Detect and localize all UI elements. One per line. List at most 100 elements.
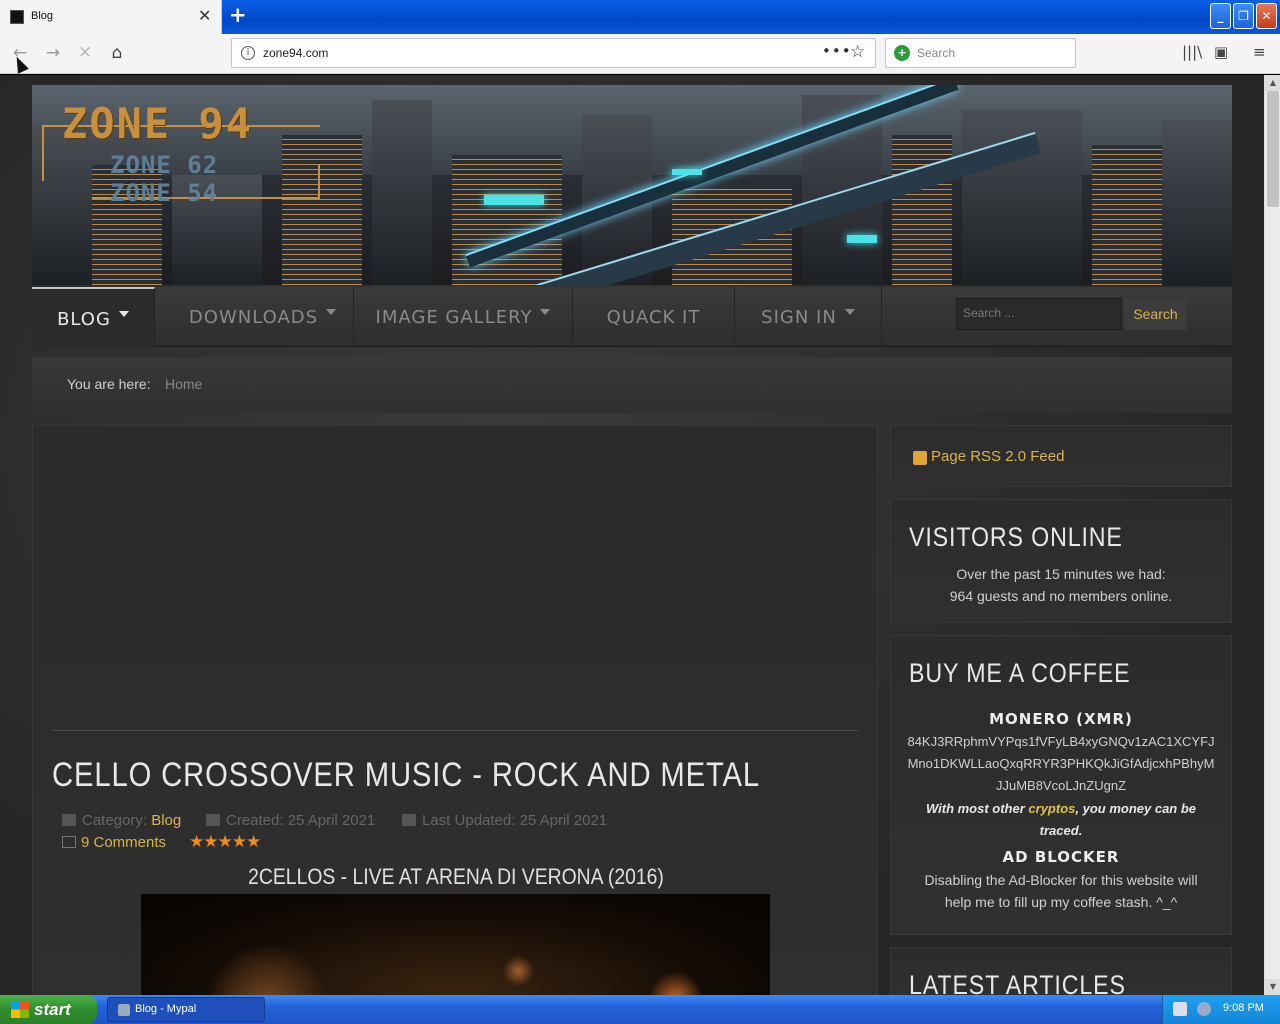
menu-item-sign-in[interactable]: SIGN IN <box>735 287 882 347</box>
new-tab-icon[interactable]: + <box>229 3 247 27</box>
menu-label: DOWNLOADS <box>188 307 319 328</box>
search-placeholder: Search <box>917 46 956 60</box>
monero-title: MONERO (XMR) <box>989 710 1133 728</box>
menu-item-image-gallery[interactable]: IMAGE GALLERY <box>354 287 573 347</box>
caret-down-icon <box>118 311 129 317</box>
breadcrumb-label: You are here: <box>67 376 151 392</box>
visitors-widget: VISITORS ONLINE Over the past 15 minutes… <box>890 499 1232 623</box>
caret-down-icon <box>844 309 855 315</box>
tab-close-icon[interactable]: ✕ <box>198 6 211 25</box>
visitors-line: 964 guests and no members online. <box>949 588 1173 604</box>
menu-label: IMAGE GALLERY <box>375 307 533 328</box>
visitors-title: VISITORS ONLINE <box>909 522 1123 552</box>
wallet-address[interactable]: 84KJ3RRphmVYPqs1fVFyLB4xyGNQv1zAC1XCYFJM… <box>891 731 1231 797</box>
browser-app-icon <box>118 1004 130 1016</box>
stop-icon[interactable]: ✕ <box>73 42 97 66</box>
browser-tab[interactable]: Blog ✕ <box>0 0 222 34</box>
privacy-note: With most other cryptos, you money can b… <box>891 798 1231 842</box>
menu-label: SIGN IN <box>761 307 837 328</box>
comments-count: 9 Comments <box>81 834 167 851</box>
adblock-text: Disabling the Ad-Blocker for this websit… <box>924 872 1198 910</box>
rss-widget: Page RSS 2.0 Feed <box>890 425 1232 487</box>
adblock-title: AD BLOCKER <box>1002 848 1120 866</box>
created-date: Created: 25 April 2021 <box>226 812 376 829</box>
tab-title: Blog <box>31 10 54 22</box>
banner-light <box>484 195 544 205</box>
scroll-up-icon[interactable]: ▲ <box>1265 75 1280 91</box>
video-title: 2CELLOS - LIVE AT ARENA DI VERONA (2016) <box>248 864 664 889</box>
favicon-icon <box>10 10 24 24</box>
url-text[interactable]: zone94.com <box>263 46 328 60</box>
category-link[interactable]: Blog <box>151 812 181 829</box>
banner-light <box>847 235 877 243</box>
caret-down-icon <box>540 309 551 315</box>
close-button[interactable]: ✕ <box>1256 3 1277 29</box>
visitors-line: Over the past 15 minutes we had: <box>956 566 1166 582</box>
scroll-down-icon[interactable]: ▼ <box>1265 979 1280 995</box>
browser-search-input[interactable]: + Search <box>885 38 1076 68</box>
site-search-input[interactable]: Search ... <box>956 298 1122 330</box>
banner-building <box>892 135 952 285</box>
page-actions-icon[interactable]: ••• <box>822 42 852 60</box>
note-text: With most other <box>925 801 1029 816</box>
comments-link[interactable]: 9 Comments <box>62 834 166 851</box>
menu-icon[interactable]: ≡ <box>1253 43 1266 61</box>
home-icon[interactable]: ⌂ <box>105 42 129 66</box>
calendar-icon <box>402 814 416 826</box>
page-scrollbar[interactable]: ▲ ▼ <box>1264 75 1280 995</box>
search-engine-icon[interactable]: + <box>894 45 910 61</box>
network-icon[interactable] <box>1173 1002 1187 1016</box>
banner-light <box>672 169 702 175</box>
volume-icon[interactable] <box>1197 1002 1211 1016</box>
site-logo[interactable]: ZONE 94 <box>62 99 253 148</box>
taskbar-item-label: Blog - Mypal <box>135 1003 197 1015</box>
navigation-toolbar: ← → ✕ ⌂ i zone94.com ••• ☆ + Search |||\… <box>0 34 1280 74</box>
system-tray: 9:08 PM <box>1162 995 1280 1024</box>
title-bar: Blog ✕ + _ ❐ ✕ <box>0 0 1280 34</box>
site-search-button[interactable]: Search <box>1124 298 1187 330</box>
latest-title: LATEST ARTICLES <box>909 970 1126 995</box>
folder-icon <box>62 814 76 826</box>
url-bar[interactable]: i zone94.com ••• ☆ <box>231 38 876 68</box>
logo-subtitle: ZONE 54 <box>110 179 219 207</box>
app-window: Blog ✕ + _ ❐ ✕ ← → ✕ ⌂ i zone94.com ••• … <box>0 0 1280 1024</box>
bookmark-star-icon[interactable]: ☆ <box>850 42 865 62</box>
article-title[interactable]: CELLO CROSSOVER MUSIC - ROCK AND METAL <box>52 756 760 795</box>
header-banner[interactable]: ZONE 94 ZONE 62 ZONE 54 <box>32 85 1232 285</box>
taskbar-item-browser[interactable]: Blog - Mypal <box>107 997 265 1022</box>
start-button[interactable]: start <box>0 995 97 1024</box>
sidebar-icon[interactable]: ▣ <box>1214 43 1228 61</box>
coffee-widget: BUY ME A COFFEE MONERO (XMR) 84KJ3RRphmV… <box>890 635 1232 935</box>
web-page: ZONE 94 ZONE 62 ZONE 54 BLOG DOWNLOADS I… <box>0 75 1264 995</box>
menu-item-blog[interactable]: BLOG <box>32 287 155 347</box>
rss-link[interactable]: Page RSS 2.0 Feed <box>931 448 1064 465</box>
library-icon[interactable]: |||\ <box>1182 43 1202 61</box>
video-frame <box>141 894 770 995</box>
site-nav-menu: BLOG DOWNLOADS IMAGE GALLERY QUACK IT SI… <box>32 287 1232 347</box>
banner-building <box>372 100 432 285</box>
comment-icon <box>62 836 76 848</box>
note-highlight: cryptos <box>1028 801 1076 816</box>
menu-label: QUACK IT <box>606 307 701 328</box>
menu-item-quack-it[interactable]: QUACK IT <box>573 287 735 347</box>
clock: 9:08 PM <box>1223 1002 1264 1014</box>
caret-down-icon <box>326 309 337 315</box>
maximize-button[interactable]: ❐ <box>1233 3 1254 29</box>
article-updated: Last Updated: 25 April 2021 <box>402 812 607 829</box>
article-created: Created: 25 April 2021 <box>206 812 375 829</box>
menu-item-downloads[interactable]: DOWNLOADS <box>172 287 354 347</box>
banner-building <box>1162 120 1232 285</box>
scroll-thumb[interactable] <box>1267 91 1279 207</box>
coffee-title: BUY ME A COFFEE <box>909 658 1131 688</box>
rating-stars[interactable]: ★★★★★ <box>189 832 261 852</box>
calendar-icon <box>206 814 220 826</box>
windows-logo-icon <box>11 1001 29 1018</box>
breadcrumb-home: Home <box>165 376 203 392</box>
forward-icon[interactable]: → <box>41 42 65 66</box>
banner-building <box>1092 145 1162 285</box>
minimize-button[interactable]: _ <box>1210 3 1231 29</box>
embedded-video[interactable] <box>141 894 770 995</box>
latest-articles-widget: LATEST ARTICLES <box>890 947 1232 995</box>
divider <box>52 730 858 731</box>
info-icon[interactable]: i <box>241 46 255 60</box>
